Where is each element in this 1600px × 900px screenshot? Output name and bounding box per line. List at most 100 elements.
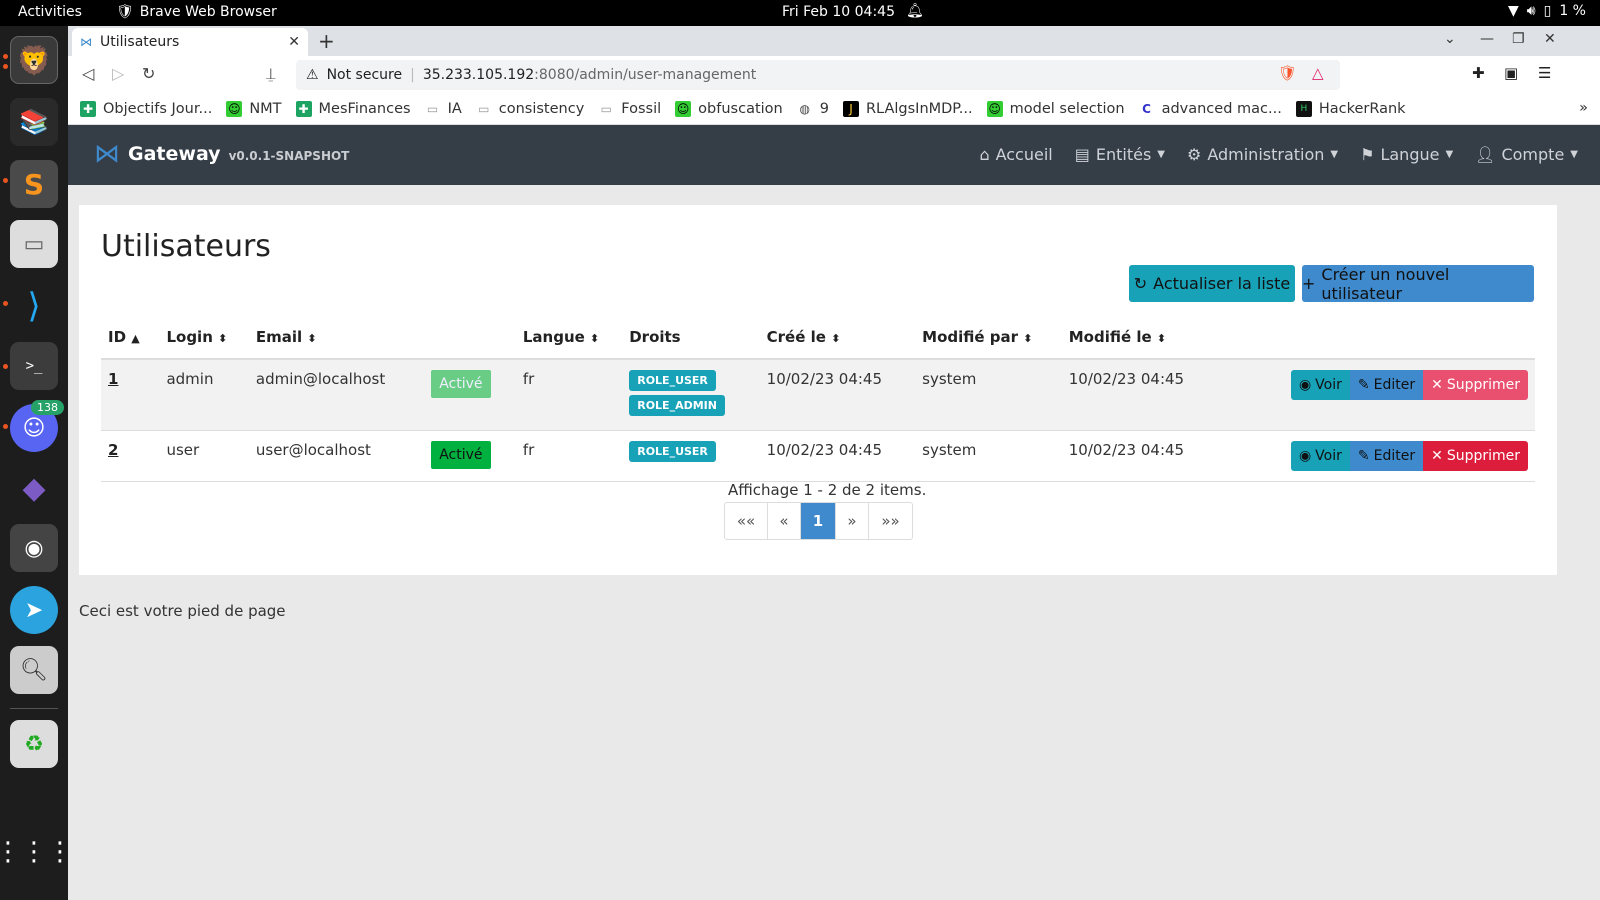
bookmark-page-icon[interactable]: ⍊: [266, 64, 276, 84]
column-header-created[interactable]: Créé le ⬍: [759, 315, 916, 360]
view-button[interactable]: ◉ Voir: [1290, 370, 1350, 400]
activated-toggle-button[interactable]: Activé: [431, 441, 491, 469]
plus-green-icon: ✚: [295, 101, 312, 117]
vscode-dock-icon[interactable]: ⟩: [10, 282, 58, 330]
bookmark-item[interactable]: H HackerRank: [1295, 101, 1406, 117]
column-header-id[interactable]: ID ▲: [101, 315, 160, 360]
tab-close-icon[interactable]: ✕: [288, 34, 300, 50]
user-email: admin@localhost: [248, 359, 425, 431]
bookmark-item[interactable]: ☺ model selection: [986, 101, 1125, 117]
calibre-dock-icon[interactable]: 📚: [10, 98, 58, 146]
user-lang: fr: [515, 359, 623, 431]
bookmark-item[interactable]: ✚ MesFinances: [295, 101, 411, 117]
terminal-dock-icon[interactable]: >_: [10, 342, 58, 390]
restore-window-icon[interactable]: ❐: [1512, 31, 1525, 47]
column-header-modified-by[interactable]: Modifié par ⬍: [915, 315, 1062, 360]
user-lang: fr: [515, 430, 623, 482]
app-menu[interactable]: 🛡 Brave Web Browser: [116, 4, 277, 20]
bookmark-label: RLAlgsInMDP...: [865, 101, 973, 117]
column-header-lang[interactable]: Langue ⬍: [515, 315, 623, 360]
view-label: Voir: [1315, 448, 1342, 464]
back-button[interactable]: ◁: [82, 64, 94, 83]
nav-home[interactable]: ⌂ Accueil: [979, 145, 1052, 164]
wallet-icon[interactable]: ▣: [1504, 64, 1518, 82]
bookmark-item[interactable]: ☺ NMT: [226, 101, 282, 117]
page-prev-button[interactable]: «: [768, 503, 801, 539]
telegram-dock-icon[interactable]: ➤: [10, 586, 58, 634]
nav-account[interactable]: 👤︎ Compte ▼: [1475, 145, 1578, 164]
user-id-link[interactable]: 2: [108, 441, 118, 459]
sublime-text-dock-icon[interactable]: S: [10, 160, 58, 208]
brave-rewards-icon[interactable]: △: [1312, 64, 1324, 82]
tab-strip: ⋈ Utilisateurs ✕ + ⌄ — ❐ ✕: [68, 26, 1600, 56]
user-modified-date: 10/02/23 04:45: [1061, 359, 1284, 431]
column-header-login[interactable]: Login ⬍: [159, 315, 249, 360]
table-header-row: ID ▲ Login ⬍ Email ⬍ Langue ⬍ Droits Cré…: [101, 315, 1535, 360]
times-icon: ✕: [1431, 377, 1443, 393]
menu-icon[interactable]: ☰: [1538, 64, 1551, 82]
folder-icon: ▭: [478, 102, 490, 116]
tab-title: Utilisateurs: [100, 34, 180, 50]
trash-dock-icon[interactable]: ♻: [10, 720, 58, 768]
search-dock-icon[interactable]: 🔍︎: [10, 646, 58, 694]
brand-link[interactable]: ⋈ Gateway v0.0.1-SNAPSHOT: [94, 141, 349, 167]
show-apps-grid-icon[interactable]: ⋮⋮⋮: [0, 828, 73, 876]
tab-utilisateurs[interactable]: ⋈ Utilisateurs ✕: [72, 28, 308, 56]
files-dock-icon[interactable]: ▭: [10, 220, 58, 268]
edit-button[interactable]: ✎ Editer: [1349, 441, 1424, 471]
forward-button[interactable]: ▷: [112, 64, 124, 83]
sync-icon: ↻: [1133, 274, 1148, 293]
new-tab-button[interactable]: +: [318, 29, 335, 53]
refresh-list-button[interactable]: ↻ Actualiser la liste: [1129, 265, 1295, 302]
address-bar[interactable]: ⚠ Not secure | 35.233.105.192:8080/admin…: [296, 60, 1340, 90]
user-id-link[interactable]: 1: [108, 370, 118, 388]
discord-dock-icon[interactable]: ☺ 138: [10, 400, 64, 452]
page-next-button[interactable]: »: [836, 503, 869, 539]
items-summary: Affichage 1 - 2 de 2 items.: [728, 481, 927, 499]
view-button[interactable]: ◉ Voir: [1290, 441, 1350, 471]
edit-button[interactable]: ✎ Editer: [1349, 370, 1424, 400]
reload-button[interactable]: ↻: [142, 64, 155, 83]
sort-icon: ⬍: [218, 331, 228, 345]
nav-entities[interactable]: ▤ Entités ▼: [1075, 145, 1165, 164]
obsidian-dock-icon[interactable]: ◆: [10, 464, 58, 512]
column-label: Créé le: [766, 327, 826, 346]
caret-down-icon: ▼: [1330, 149, 1339, 160]
bookmark-item[interactable]: ✚ Objectifs Jour...: [80, 101, 212, 117]
system-tray[interactable]: ▼ 🔊︎ ▯ 1 %: [1508, 3, 1586, 19]
bookmark-item[interactable]: ▭ Fossil: [598, 101, 662, 117]
extensions-icon[interactable]: ✚: [1472, 64, 1485, 82]
pencil-icon: ✎: [1357, 377, 1370, 393]
column-header-modified[interactable]: Modifié le ⬍: [1061, 315, 1284, 360]
delete-button[interactable]: ✕ Supprimer: [1423, 370, 1528, 400]
create-user-button[interactable]: + Créer un nouvel utilisateur: [1302, 265, 1534, 303]
brave-shields-icon[interactable]: 🛡: [1278, 64, 1297, 82]
battery-percent: 1 %: [1559, 3, 1586, 19]
bookmark-item[interactable]: Cadvanced mac...: [1139, 101, 1282, 117]
tab-search-chevron-icon[interactable]: ⌄: [1444, 31, 1456, 47]
bookmark-item[interactable]: ▭ consistency: [476, 101, 584, 117]
nav-administration[interactable]: ⚙ Administration ▼: [1187, 145, 1338, 164]
nav-entities-label: Entités: [1095, 145, 1152, 164]
brave-dock-icon[interactable]: 🦁: [10, 36, 58, 84]
bookmark-item[interactable]: J RLAlgsInMDP...: [842, 101, 973, 117]
main-nav: ⌂ Accueil ▤ Entités ▼ ⚙ Administration ▼ ⚑ Lan…: [979, 145, 1578, 164]
bookmark-item[interactable]: ◍ 9: [797, 101, 828, 117]
activities-button[interactable]: Activities: [18, 4, 82, 20]
delete-button[interactable]: ✕ Supprimer: [1423, 441, 1528, 471]
bookmark-item[interactable]: ☺ obfuscation: [675, 101, 783, 117]
activated-toggle-button[interactable]: Activé: [431, 370, 491, 398]
page-current-button[interactable]: 1: [801, 503, 836, 539]
bookmark-item[interactable]: ▭ IA: [425, 101, 462, 117]
bookmarks-overflow-button[interactable]: »: [1579, 100, 1588, 116]
close-window-icon[interactable]: ✕: [1544, 31, 1556, 47]
column-header-email[interactable]: Email ⬍: [248, 315, 425, 360]
user-login: admin: [159, 359, 249, 431]
page-footer: Ceci est votre pied de page: [79, 602, 286, 620]
webcam-dock-icon[interactable]: ◉: [10, 524, 58, 572]
minimize-window-icon[interactable]: —: [1480, 31, 1494, 47]
page-first-button[interactable]: ««: [725, 503, 768, 539]
page-last-button[interactable]: »»: [869, 503, 912, 539]
clock[interactable]: Fri Feb 10 04:45: [782, 4, 895, 20]
nav-language[interactable]: ⚑ Langue ▼: [1360, 145, 1453, 164]
